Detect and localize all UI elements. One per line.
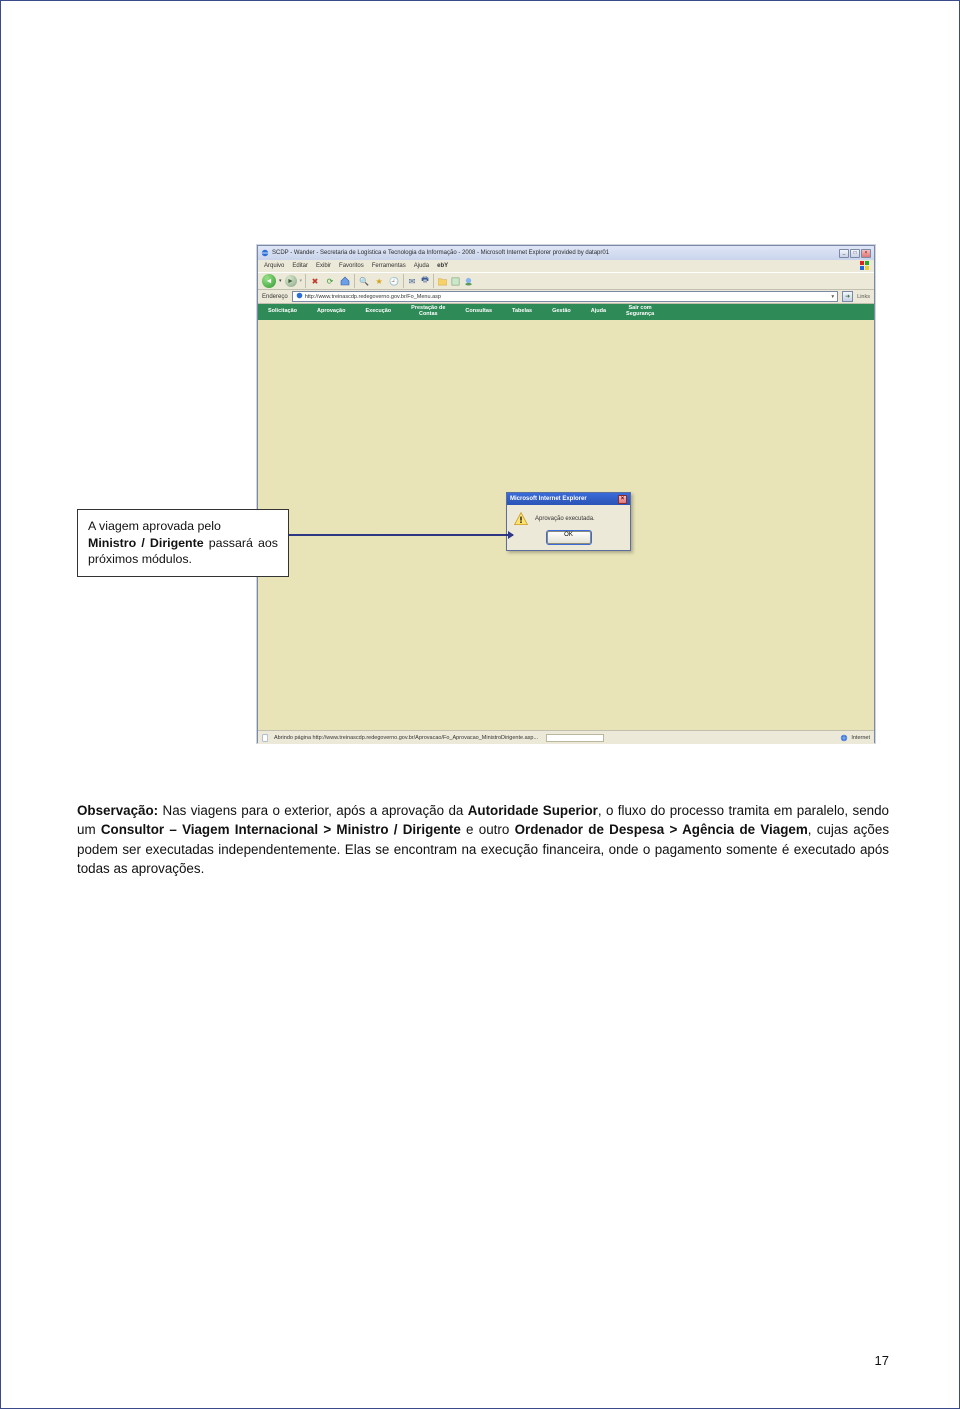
dialog-titlebar: Microsoft Internet Explorer × bbox=[507, 493, 630, 505]
appmenu-aprovacao[interactable]: Aprovação bbox=[307, 308, 355, 316]
para-lead: Observação: bbox=[77, 803, 158, 818]
address-url: http://www.treinascdp.redegoverno.gov.br… bbox=[305, 294, 441, 300]
research-icon[interactable] bbox=[450, 276, 460, 286]
address-label: Endereço bbox=[262, 294, 288, 300]
dialog-title: Microsoft Internet Explorer bbox=[510, 496, 587, 502]
refresh-icon[interactable]: ⟳ bbox=[324, 275, 336, 287]
print-icon[interactable]: 🖶 bbox=[420, 276, 430, 286]
dialog-message: Aprovação executada. bbox=[535, 516, 595, 522]
folder-icon[interactable] bbox=[437, 276, 447, 286]
menu-arquivo[interactable]: Arquivo bbox=[264, 263, 284, 269]
menu-favoritos[interactable]: Favoritos bbox=[339, 263, 364, 269]
app-content-area: Microsoft Internet Explorer × Aprovação … bbox=[258, 320, 874, 730]
browser-window: SCDP - Wander - Secretaria de Logística … bbox=[257, 245, 875, 743]
favorites-icon[interactable]: ★ bbox=[373, 275, 385, 287]
window-maximize-button[interactable]: □ bbox=[850, 249, 860, 258]
appmenu-gestao[interactable]: Gestão bbox=[542, 308, 581, 316]
callout-connector-arrow bbox=[289, 534, 513, 536]
window-minimize-button[interactable]: _ bbox=[839, 249, 849, 258]
appmenu-ajuda[interactable]: Ajuda bbox=[581, 308, 616, 316]
toolbar-separator bbox=[354, 274, 355, 288]
window-title: SCDP - Wander - Secretaria de Logística … bbox=[272, 250, 609, 256]
para-t1: Nas viagens para o exterior, após a apro… bbox=[158, 803, 468, 818]
menu-exibir[interactable]: Exibir bbox=[316, 263, 331, 269]
callout-box: A viagem aprovada pelo Ministro / Dirige… bbox=[77, 509, 289, 577]
messenger-icon[interactable] bbox=[463, 276, 473, 286]
appmenu-sair[interactable]: Sair com Segurança bbox=[616, 305, 664, 319]
callout-bold: Ministro / Dirigente bbox=[88, 536, 204, 550]
address-bar: Endereço http://www.treinascdp.redegover… bbox=[258, 290, 874, 304]
status-text: Abrindo página http://www.treinascdp.red… bbox=[274, 735, 538, 741]
para-t3: e outro bbox=[461, 822, 515, 837]
callout-line1: A viagem aprovada pelo bbox=[88, 519, 221, 533]
progress-bar bbox=[546, 734, 604, 742]
windows-flag-icon bbox=[860, 261, 870, 271]
browser-statusbar: Abrindo página http://www.treinascdp.red… bbox=[258, 730, 874, 744]
appmenu-consultas[interactable]: Consultas bbox=[455, 308, 502, 316]
warning-icon bbox=[513, 511, 529, 527]
appmenu-tabelas[interactable]: Tabelas bbox=[502, 308, 542, 316]
app-green-menubar: Solicitação Aprovação Execução Prestação… bbox=[258, 304, 874, 320]
ie-page-icon bbox=[296, 292, 303, 301]
mail-icon[interactable]: ✉ bbox=[407, 276, 417, 286]
window-titlebar: SCDP - Wander - Secretaria de Logística … bbox=[258, 246, 874, 260]
appmenu-solicitacao[interactable]: Solicitação bbox=[258, 308, 307, 316]
observation-paragraph: Observação: Nas viagens para o exterior,… bbox=[77, 801, 889, 879]
back-button[interactable]: ◄ bbox=[262, 274, 276, 288]
dialog-ok-button[interactable]: OK bbox=[547, 531, 591, 544]
para-b1: Autoridade Superior bbox=[468, 803, 598, 818]
address-input[interactable]: http://www.treinascdp.redegoverno.gov.br… bbox=[292, 291, 838, 302]
appmenu-prestacao-de-contas[interactable]: Prestação de Contas bbox=[401, 305, 455, 319]
page-loading-icon bbox=[262, 734, 270, 742]
menu-ajuda[interactable]: Ajuda bbox=[414, 263, 429, 269]
para-b3: Ordenador de Despesa > Agência de Viagem bbox=[515, 822, 808, 837]
para-b2: Consultor – Viagem Internacional > Minis… bbox=[101, 822, 461, 837]
menu-editar[interactable]: Editar bbox=[292, 263, 308, 269]
go-button[interactable]: ➜ bbox=[842, 291, 853, 302]
history-icon[interactable]: 🕘 bbox=[388, 275, 400, 287]
window-close-button[interactable]: × bbox=[861, 249, 871, 258]
home-icon[interactable] bbox=[339, 275, 351, 287]
search-icon[interactable]: 🔍 bbox=[358, 275, 370, 287]
internet-zone-label: Internet bbox=[851, 735, 870, 741]
forward-button[interactable]: ► bbox=[285, 275, 297, 287]
ie-logo-icon bbox=[261, 249, 269, 257]
links-label[interactable]: Links bbox=[857, 294, 870, 300]
toolbar-separator bbox=[433, 274, 434, 288]
internet-zone-icon bbox=[840, 734, 848, 742]
browser-menubar: Arquivo Editar Exibir Favoritos Ferramen… bbox=[258, 260, 874, 272]
menu-ebay[interactable]: ebY bbox=[437, 263, 448, 269]
toolbar-separator bbox=[403, 274, 404, 288]
toolbar-separator bbox=[305, 274, 306, 288]
browser-toolbar: ◄ ▾ ► ▾ ✖ ⟳ 🔍 ★ 🕘 ✉ 🖶 bbox=[258, 272, 874, 290]
stop-icon[interactable]: ✖ bbox=[309, 275, 321, 287]
dialog-close-button[interactable]: × bbox=[618, 495, 627, 504]
menu-ferramentas[interactable]: Ferramentas bbox=[372, 263, 406, 269]
page-number: 17 bbox=[875, 1353, 889, 1368]
appmenu-execucao[interactable]: Execução bbox=[355, 308, 401, 316]
alert-dialog: Microsoft Internet Explorer × Aprovação … bbox=[506, 492, 631, 551]
